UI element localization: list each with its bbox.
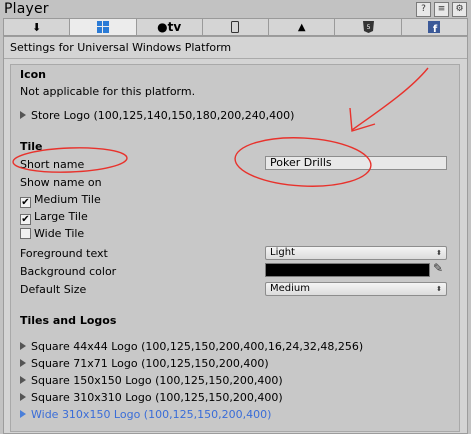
expand-arrow-icon	[20, 359, 26, 367]
tab-tvos[interactable]: ● tv	[135, 18, 202, 36]
gear-icon[interactable]: ⚙	[452, 2, 467, 17]
platform-tabs: ⬇ ● tv ▲ 5 f	[3, 18, 468, 36]
wide-tile-toggle[interactable]: Wide Tile	[20, 227, 84, 240]
short-name-label: Short name	[20, 158, 85, 171]
logo-row[interactable]: Square 71x71 Logo (100,125,150,200,400)	[20, 357, 269, 370]
eyedropper-icon[interactable]: ✎	[433, 261, 443, 275]
facebook-icon: f	[428, 21, 441, 33]
icon-note: Not applicable for this platform.	[20, 85, 196, 98]
store-logo-label: Store Logo (100,125,140,150,180,200,240,…	[31, 109, 295, 122]
checkbox-unchecked-icon[interactable]	[20, 228, 31, 239]
html5-icon: 5	[362, 21, 374, 33]
foreground-text-dropdown[interactable]: Light ⬍	[265, 246, 447, 260]
logo-row-label: Square 310x310 Logo (100,125,150,200,400…	[31, 391, 283, 404]
tab-windows[interactable]	[69, 18, 136, 36]
svg-text:5: 5	[366, 24, 370, 31]
checkbox-checked-icon[interactable]: ✔	[20, 214, 31, 225]
logo-row[interactable]: Square 44x44 Logo (100,125,150,200,400,1…	[20, 340, 363, 353]
tab-standalone[interactable]: ⬇	[3, 18, 70, 36]
default-size-dropdown[interactable]: Medium ⬍	[265, 282, 447, 296]
settings-inner: Icon Not applicable for this platform. S…	[10, 64, 460, 432]
tab-android[interactable]: ▲	[268, 18, 335, 36]
window-titlebar: Player ? ≡ ⚙	[0, 0, 471, 18]
default-size-label: Default Size	[20, 283, 87, 296]
logo-row-label: Square 71x71 Logo (100,125,150,200,400)	[31, 357, 269, 370]
expand-arrow-icon	[20, 342, 26, 350]
svg-text:f: f	[433, 24, 438, 33]
background-color-swatch[interactable]	[265, 263, 430, 277]
help-icon[interactable]: ?	[416, 2, 431, 17]
download-icon: ⬇	[32, 20, 42, 34]
apple-icon: ●	[157, 20, 168, 34]
tiles-logos-heading: Tiles and Logos	[20, 314, 117, 327]
large-tile-label: Large Tile	[34, 210, 88, 223]
show-name-on-label: Show name on	[20, 176, 102, 189]
logo-row-label: Wide 310x150 Logo (100,125,150,200,400)	[31, 408, 272, 421]
default-size-value: Medium	[270, 283, 310, 294]
icon-heading: Icon	[20, 68, 47, 81]
tab-ios[interactable]	[201, 18, 269, 36]
wide-tile-label: Wide Tile	[34, 227, 85, 240]
tile-heading: Tile	[20, 140, 43, 153]
logo-row-label: Square 44x44 Logo (100,125,150,200,400,1…	[31, 340, 364, 353]
logo-row[interactable]: Square 150x150 Logo (100,125,150,200,400…	[20, 374, 283, 387]
windows-icon	[96, 21, 109, 33]
expand-arrow-icon	[20, 393, 26, 401]
background-color-label: Background color	[20, 265, 117, 278]
checkbox-checked-icon[interactable]: ✔	[20, 197, 31, 208]
dropdown-arrow-icon: ⬍	[436, 249, 442, 257]
large-tile-toggle[interactable]: ✔ Large Tile	[20, 210, 88, 225]
settings-panel: Settings for Universal Windows Platform …	[3, 36, 468, 434]
tab-facebook[interactable]: f	[400, 18, 468, 36]
tab-webgl[interactable]: 5	[334, 18, 401, 36]
dropdown-arrow-icon: ⬍	[436, 285, 442, 293]
settings-title: Settings for Universal Windows Platform	[4, 37, 467, 59]
foreground-text-value: Light	[270, 247, 295, 258]
short-name-field[interactable]: Poker Drills	[265, 156, 447, 170]
expand-arrow-icon	[20, 111, 26, 119]
medium-tile-toggle[interactable]: ✔ Medium Tile	[20, 193, 101, 208]
logo-row[interactable]: Square 310x310 Logo (100,125,150,200,400…	[20, 391, 283, 404]
tab-tvos-label: tv	[167, 20, 182, 34]
android-icon: ▲	[297, 21, 306, 33]
window-title: Player	[4, 1, 49, 17]
logo-row-label: Square 150x150 Logo (100,125,150,200,400…	[31, 374, 283, 387]
logo-row-selected[interactable]: Wide 310x150 Logo (100,125,150,200,400)	[20, 408, 271, 421]
expand-arrow-icon	[20, 410, 26, 418]
foreground-text-label: Foreground text	[20, 247, 108, 260]
store-logo-row[interactable]: Store Logo (100,125,140,150,180,200,240,…	[20, 109, 294, 122]
medium-tile-label: Medium Tile	[34, 193, 101, 206]
expand-arrow-icon	[20, 376, 26, 384]
settings-icon[interactable]: ≡	[434, 2, 449, 17]
phone-icon	[231, 21, 240, 33]
